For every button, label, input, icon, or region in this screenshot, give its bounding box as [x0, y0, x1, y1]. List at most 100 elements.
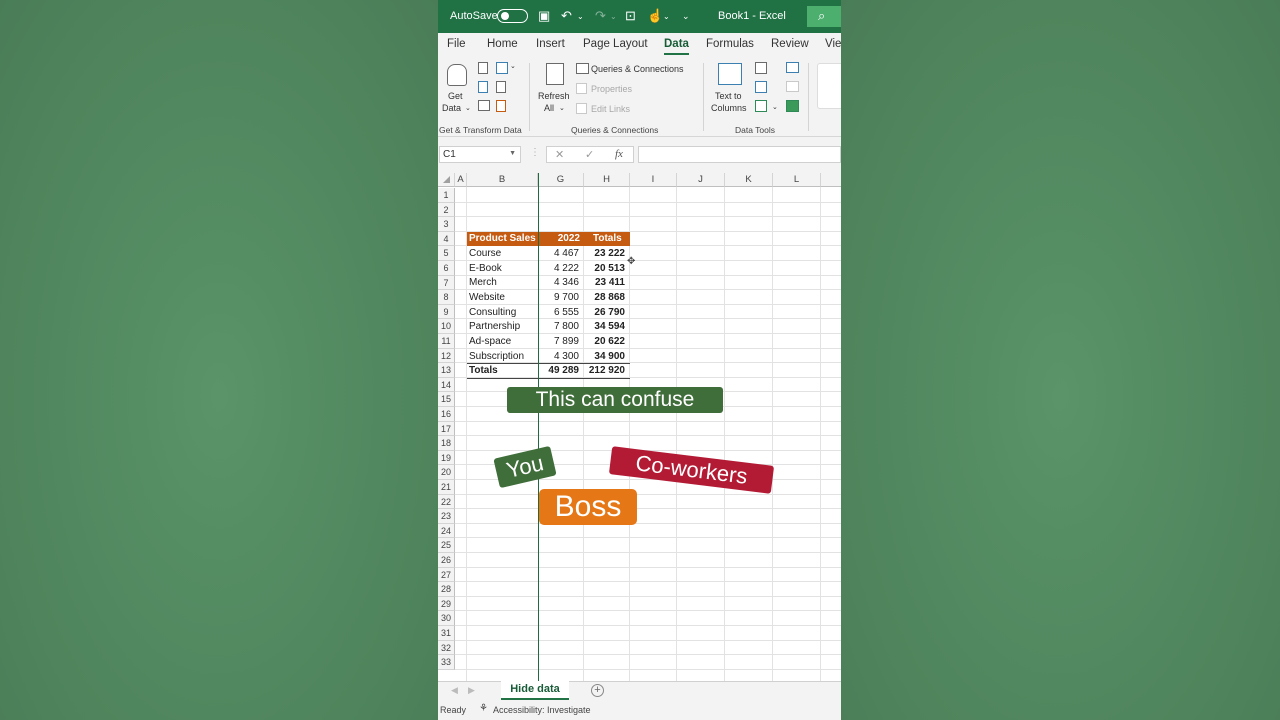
row-header[interactable]: 23 — [438, 509, 455, 524]
row-header[interactable]: 25 — [438, 538, 455, 553]
relationships-icon[interactable] — [786, 81, 799, 92]
cell-2022[interactable]: 6 555 — [538, 306, 579, 320]
cell-totals-2022[interactable]: 49 289 — [538, 364, 579, 378]
cell-2022[interactable]: 4 300 — [538, 350, 579, 364]
cell-total[interactable]: 23 411 — [584, 276, 625, 290]
row-header[interactable]: 15 — [438, 392, 455, 407]
row-header[interactable]: 5 — [438, 246, 455, 261]
row-header[interactable]: 17 — [438, 421, 455, 437]
column-header-l[interactable]: L — [773, 173, 821, 187]
cell-total[interactable]: 34 594 — [584, 320, 625, 334]
tab-view[interactable]: Vie — [825, 38, 841, 50]
cell-total[interactable]: 28 868 — [584, 291, 625, 305]
tab-file[interactable]: File — [447, 38, 466, 50]
data-model-icon[interactable] — [786, 100, 799, 112]
cell-product[interactable]: Course — [469, 247, 501, 261]
row-header[interactable]: 10 — [438, 319, 455, 334]
touch-icon[interactable]: ☝ — [647, 8, 663, 24]
data-validation-icon[interactable] — [755, 100, 767, 112]
tab-page-layout[interactable]: Page Layout — [583, 38, 648, 50]
row-header[interactable]: 1 — [438, 188, 455, 203]
cell-totals-label[interactable]: Totals — [469, 364, 498, 378]
row-header[interactable]: 27 — [438, 567, 455, 583]
from-text-icon[interactable] — [478, 62, 488, 74]
name-box[interactable]: C1 ▼ — [439, 146, 521, 163]
scroll-left-icon[interactable]: ◀ — [451, 685, 458, 696]
enter-icon[interactable]: ✓ — [585, 148, 594, 161]
cell-2022[interactable]: 4 222 — [538, 262, 579, 276]
from-web-icon[interactable] — [478, 81, 488, 93]
tab-review[interactable]: Review — [771, 38, 809, 50]
row-header[interactable]: 13 — [438, 363, 455, 378]
cell-total[interactable]: 23 222 — [584, 247, 625, 261]
spreadsheet-grid[interactable]: A B G H I J K L 1 2 3 4 5 6 7 8 9 10 11 12 13 14 15 16 1… — [438, 173, 841, 681]
recent-sources-icon[interactable] — [496, 81, 506, 93]
chevron-down-icon[interactable]: ⌄ — [610, 12, 617, 21]
cell-product[interactable]: Ad-space — [469, 335, 511, 349]
row-header[interactable]: 32 — [438, 640, 455, 656]
row-header[interactable]: 3 — [438, 217, 455, 232]
row-header[interactable]: 2 — [438, 202, 455, 218]
column-header-k[interactable]: K — [725, 173, 773, 187]
tab-home[interactable]: Home — [487, 38, 518, 50]
add-sheet-icon[interactable]: + — [591, 684, 604, 697]
chart-icon[interactable]: ⊡ — [625, 8, 636, 24]
cell-product[interactable]: Subscription — [469, 350, 524, 364]
queries-connections-button[interactable]: Queries & Connections — [591, 63, 684, 76]
cell-2022[interactable]: 4 467 — [538, 247, 579, 261]
cancel-icon[interactable]: ✕ — [555, 148, 564, 161]
row-header[interactable]: 19 — [438, 450, 455, 466]
accessibility-icon[interactable]: ⚘ — [479, 703, 488, 714]
tab-data[interactable]: Data — [664, 38, 689, 50]
row-header[interactable]: 28 — [438, 582, 455, 597]
cell-2022[interactable]: 9 700 — [538, 291, 579, 305]
column-header-g[interactable]: G — [538, 173, 584, 187]
row-header[interactable]: 16 — [438, 407, 455, 422]
row-header[interactable]: 9 — [438, 304, 455, 320]
edit-links-button[interactable]: Edit Links — [591, 103, 630, 116]
save-icon[interactable]: ▣ — [538, 8, 550, 24]
scroll-right-icon[interactable]: ▶ — [468, 685, 475, 696]
row-header[interactable]: 30 — [438, 611, 455, 626]
redo-icon[interactable]: ↷ — [595, 8, 606, 24]
row-header[interactable]: 26 — [438, 553, 455, 568]
customize-icon[interactable]: ⌄ — [682, 11, 690, 22]
column-header-a[interactable]: A — [455, 173, 467, 187]
row-header[interactable]: 12 — [438, 348, 455, 364]
existing-connections-icon[interactable] — [478, 100, 490, 111]
chevron-down-icon[interactable]: ⌄ — [772, 101, 778, 114]
row-header[interactable]: 18 — [438, 436, 455, 451]
tab-formulas[interactable]: Formulas — [706, 38, 754, 50]
row-header[interactable]: 21 — [438, 480, 455, 495]
row-header[interactable]: 31 — [438, 626, 455, 641]
header-totals[interactable]: Totals — [593, 232, 622, 246]
flash-fill-icon[interactable] — [755, 62, 767, 74]
from-file-icon[interactable] — [496, 100, 506, 112]
column-header-m[interactable] — [821, 173, 841, 187]
row-header[interactable]: 20 — [438, 465, 455, 480]
cell-total[interactable]: 34 900 — [584, 350, 625, 364]
row-header[interactable]: 22 — [438, 494, 455, 510]
cell-product[interactable]: Consulting — [469, 306, 516, 320]
select-all-corner[interactable] — [438, 173, 455, 187]
cell-2022[interactable]: 7 800 — [538, 320, 579, 334]
autosave-toggle[interactable] — [497, 9, 528, 23]
cell-product[interactable]: Website — [469, 291, 505, 305]
cell-2022[interactable]: 4 346 — [538, 276, 579, 290]
cell-2022[interactable]: 7 899 — [538, 335, 579, 349]
chevron-down-icon[interactable]: ⌄ — [510, 60, 516, 73]
cell-totals-total[interactable]: 212 920 — [584, 364, 625, 378]
row-header[interactable]: 33 — [438, 655, 455, 670]
row-header[interactable]: 14 — [438, 377, 455, 393]
formula-input[interactable] — [638, 146, 841, 163]
status-accessibility[interactable]: Accessibility: Investigate — [493, 705, 591, 715]
row-header[interactable]: 24 — [438, 523, 455, 539]
row-header[interactable]: 6 — [438, 261, 455, 276]
from-table-icon[interactable] — [496, 62, 508, 74]
row-header[interactable]: 29 — [438, 596, 455, 612]
cell-product[interactable]: E-Book — [469, 262, 502, 276]
remove-duplicates-icon[interactable] — [755, 81, 767, 93]
cell-product[interactable]: Partnership — [469, 320, 520, 334]
row-header[interactable]: 8 — [438, 290, 455, 305]
tab-insert[interactable]: Insert — [536, 38, 565, 50]
